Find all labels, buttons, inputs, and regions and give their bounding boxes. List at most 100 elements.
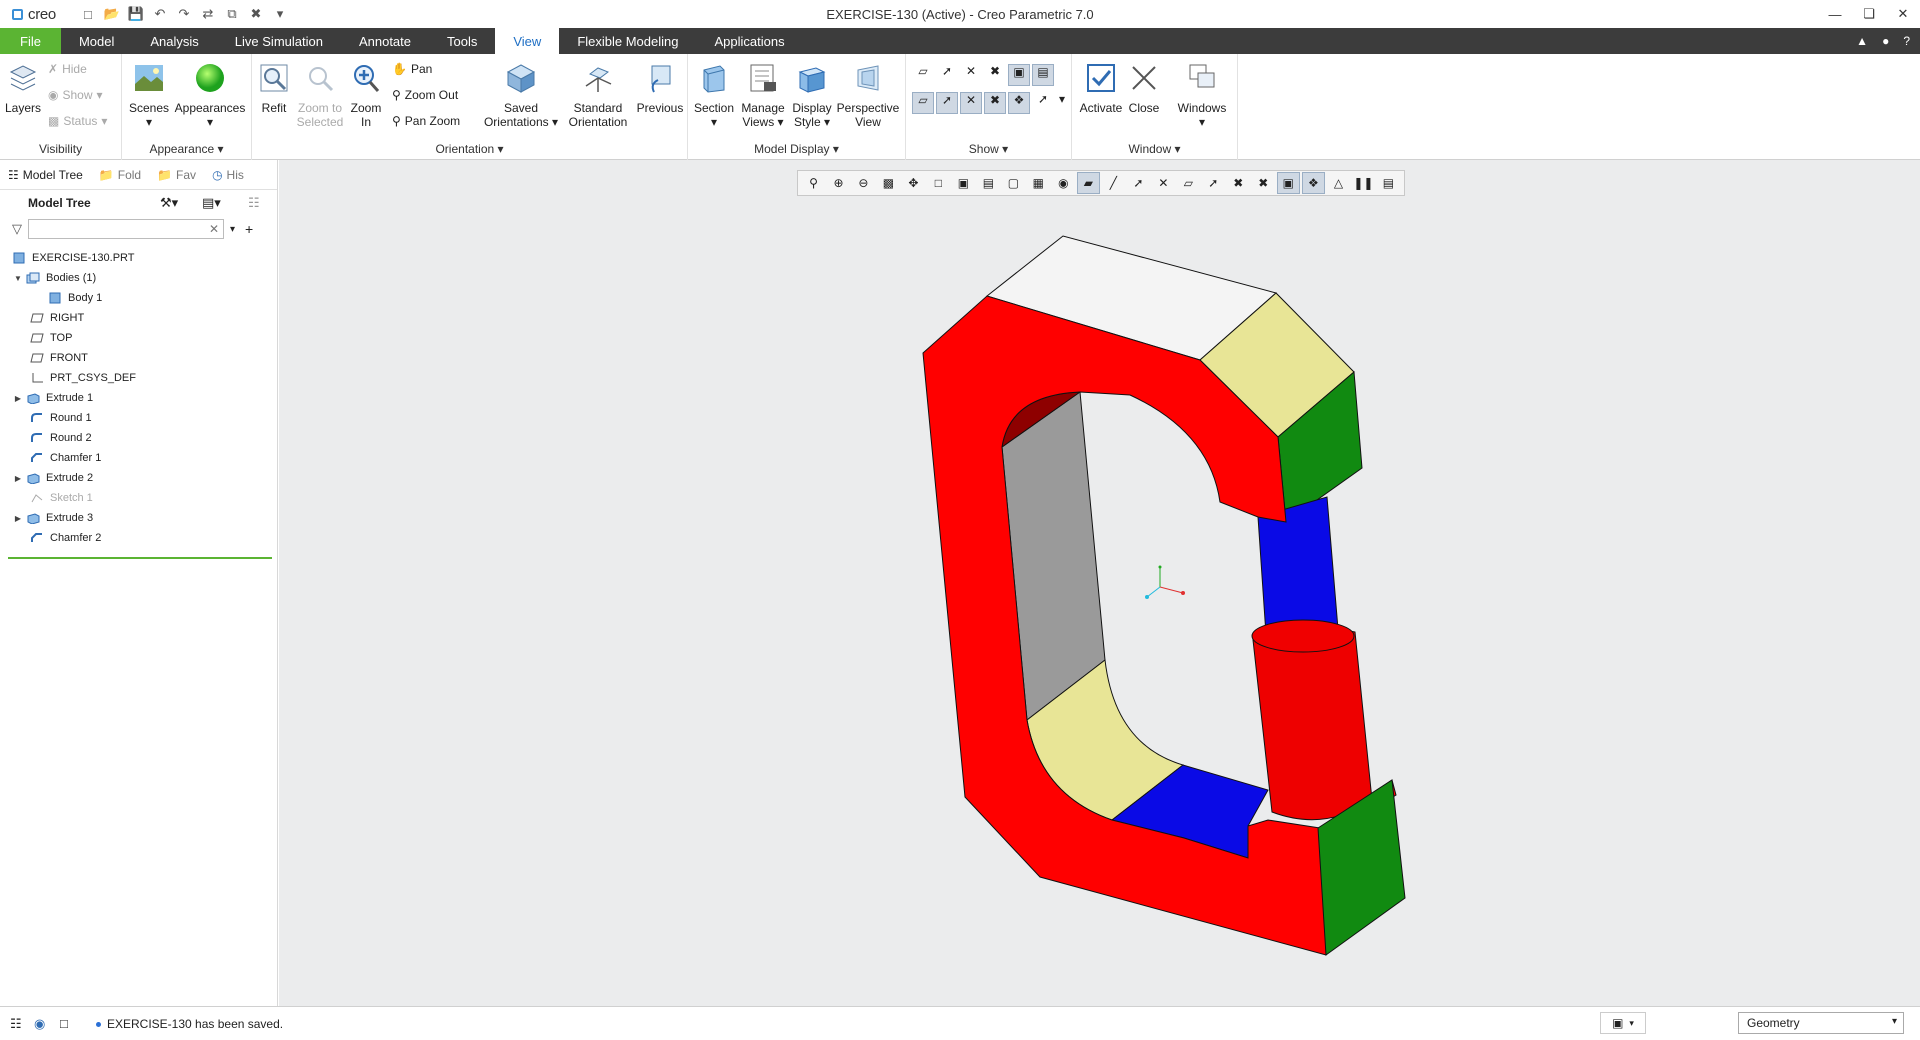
dropdown-icon[interactable]: ▾ (824, 115, 830, 129)
tree-item-csys[interactable]: PRT_CSYS_DEF (0, 368, 277, 388)
collapse-icon[interactable]: ▼ (12, 274, 24, 283)
3d-notes-icon[interactable]: ➚ (1032, 92, 1054, 114)
tab-folder-browser[interactable]: 📁 Fold (91, 160, 149, 190)
dropdown-icon[interactable]: ▾ (1172, 115, 1232, 129)
tab-view[interactable]: View (495, 28, 560, 54)
group-title-appearance[interactable]: Appearance ▾ (122, 142, 251, 156)
tree-item-round-2[interactable]: Round 2 (0, 428, 277, 448)
browser-toggle-icon[interactable]: ◉ (34, 1016, 45, 1032)
new-file-icon[interactable]: □ (78, 4, 98, 24)
boss-top-face[interactable] (1251, 619, 1355, 653)
windows-icon[interactable]: ⧉ (222, 4, 242, 24)
previous-button[interactable]: Previous (632, 62, 688, 115)
save-icon[interactable]: 💾 (126, 4, 146, 24)
datum-planes-display-icon[interactable]: ▱ (912, 64, 934, 86)
tab-live-simulation[interactable]: Live Simulation (217, 28, 341, 54)
tree-item-extrude-2[interactable]: ▶ Extrude 2 (0, 468, 277, 488)
tab-analysis[interactable]: Analysis (132, 28, 216, 54)
close-window-icon[interactable]: ✖ (246, 4, 266, 24)
tab-flexible-modeling[interactable]: Flexible Modeling (559, 28, 696, 54)
redo-icon[interactable]: ↷ (174, 4, 194, 24)
tab-model-tree[interactable]: ☷ Model Tree (0, 160, 91, 190)
dropdown-icon[interactable]: ▾ (230, 224, 235, 235)
close-button[interactable]: Close (1124, 62, 1164, 115)
display-style-button[interactable]: Display Style ▾ (788, 62, 836, 129)
insert-here-indicator[interactable] (8, 557, 272, 559)
annotation-display-icon[interactable]: ▣ (1008, 64, 1030, 86)
tree-item-round-1[interactable]: Round 1 (0, 408, 277, 428)
close-icon[interactable]: ✕ (1886, 0, 1920, 28)
tab-model[interactable]: Model (61, 28, 132, 54)
tab-applications[interactable]: Applications (696, 28, 802, 54)
clear-search-icon[interactable]: ✕ (209, 222, 219, 236)
group-title-model-display[interactable]: Model Display ▾ (688, 142, 905, 156)
dropdown-icon[interactable]: ▾ (690, 115, 738, 129)
group-title-window[interactable]: Window ▾ (1072, 142, 1237, 156)
pan-button[interactable]: ✋ Pan (392, 62, 432, 76)
tag-display-icon[interactable]: ▤ (1032, 64, 1054, 86)
tree-item-body-1[interactable]: Body 1 (0, 288, 277, 308)
dropdown-icon[interactable]: ▾ (126, 115, 172, 129)
show-button[interactable]: ◉ Show ▾ (48, 88, 103, 102)
selection-filter-select[interactable]: Geometry ▾ (1738, 1012, 1904, 1034)
expand-icon[interactable]: ▶ (12, 514, 24, 523)
group-title-orientation[interactable]: Orientation ▾ (252, 142, 687, 156)
tree-filters-icon[interactable]: ☷ (248, 195, 260, 211)
hide-button[interactable]: ✗ Hide (48, 62, 87, 76)
pan-zoom-button[interactable]: ⚲ Pan Zoom (392, 114, 460, 128)
settings-hammer-icon[interactable]: ⚒▾ (160, 195, 178, 211)
navigator-toggle-icon[interactable]: ☷ (10, 1016, 22, 1032)
tab-tools[interactable]: Tools (429, 28, 495, 54)
activate-button[interactable]: Activate (1076, 62, 1126, 115)
tree-item-top[interactable]: TOP (0, 328, 277, 348)
find-button[interactable]: ▣ ▾ (1600, 1012, 1646, 1034)
tree-item-sketch-1[interactable]: Sketch 1 (0, 488, 277, 508)
refit-button[interactable]: Refit (254, 62, 294, 115)
add-column-icon[interactable]: + (245, 221, 253, 237)
point-tag-display-icon[interactable]: ✕ (960, 92, 982, 114)
tab-favorites[interactable]: 📁 Fav (149, 160, 204, 190)
tab-annotate[interactable]: Annotate (341, 28, 429, 54)
layers-button[interactable]: Layers (4, 62, 42, 115)
standard-orientation-button[interactable]: Standard Orientation (558, 62, 638, 129)
graphics-area[interactable]: ⚲ ⊕ ⊖ ▩ ✥ □ ▣ ▤ ▢ ▦ ◉ ▰ ╱ ➚ ✕ ▱ ➚ ✖ ✖ ▣ … (279, 160, 1920, 1006)
datum-axes-display-icon[interactable]: ➚ (936, 64, 958, 86)
tab-file[interactable]: File (0, 28, 61, 54)
model-view[interactable] (279, 160, 1920, 1006)
windows-button[interactable]: Windows ▾ (1172, 62, 1232, 129)
show-options-icon[interactable]: ▤▾ (202, 195, 221, 211)
saved-orientations-button[interactable]: Saved Orientations ▾ (480, 62, 562, 129)
dropdown-icon[interactable]: ▾ (1056, 92, 1068, 114)
tree-item-extrude-1[interactable]: ▶ Extrude 1 (0, 388, 277, 408)
group-title-show[interactable]: Show ▾ (906, 142, 1071, 156)
scenes-button[interactable]: Scenes ▾ (126, 62, 172, 129)
collapse-ribbon-icon[interactable]: ▲ (1856, 34, 1868, 48)
expand-icon[interactable]: ▶ (12, 394, 24, 403)
undo-icon[interactable]: ↶ (150, 4, 170, 24)
tab-history[interactable]: ◷ His (204, 160, 252, 190)
manage-views-button[interactable]: Manage Views ▾ (738, 62, 788, 129)
expand-icon[interactable]: ▶ (12, 474, 24, 483)
tree-item-right[interactable]: RIGHT (0, 308, 277, 328)
tree-item-chamfer-1[interactable]: Chamfer 1 (0, 448, 277, 468)
csys-tag-display-icon[interactable]: ✖ (984, 92, 1006, 114)
minimize-icon[interactable]: — (1818, 0, 1852, 28)
tree-item-extrude-3[interactable]: ▶ Extrude 3 (0, 508, 277, 528)
customize-toolbar-icon[interactable]: ▾ (270, 4, 290, 24)
plane-tag-display-icon[interactable]: ▱ (912, 92, 934, 114)
red-boss-cylinder[interactable] (1252, 627, 1373, 821)
pin-icon[interactable]: ● (1882, 34, 1889, 48)
tree-item-front[interactable]: FRONT (0, 348, 277, 368)
zoom-in-button[interactable]: Zoom In (346, 62, 386, 129)
tree-item-part[interactable]: EXERCISE-130.PRT (0, 248, 277, 268)
tree-search-input[interactable]: ✕ (28, 219, 224, 239)
help-icon[interactable]: ? (1903, 34, 1910, 48)
perspective-view-button[interactable]: Perspective View (836, 62, 900, 129)
status-button[interactable]: ▩ Status ▾ (48, 114, 107, 128)
tree-item-chamfer-2[interactable]: Chamfer 2 (0, 528, 277, 548)
regenerate-icon[interactable]: ⇄ (198, 4, 218, 24)
zoom-to-selected-button[interactable]: Zoom to Selected (292, 62, 348, 129)
restore-icon[interactable]: ❏ (1852, 0, 1886, 28)
section-button[interactable]: Section ▾ (690, 62, 738, 129)
dropdown-icon[interactable]: ▾ (172, 115, 248, 129)
